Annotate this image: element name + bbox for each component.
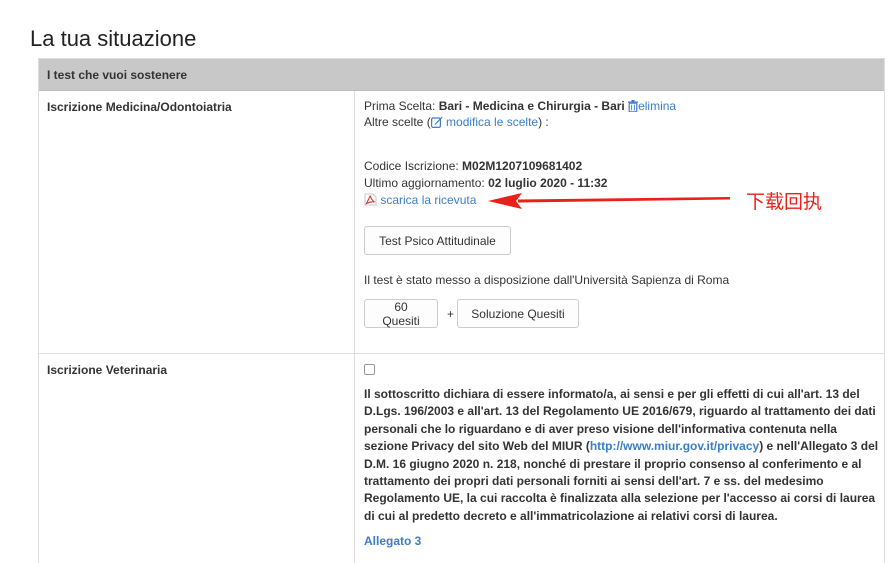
solution-button[interactable]: Soluzione Quesiti <box>457 299 579 328</box>
update-line: Ultimo aggiornamento: 02 luglio 2020 - 1… <box>364 175 607 191</box>
receipt-line: scarica la ricevuta <box>364 192 476 210</box>
page-title: La tua situazione <box>30 26 197 51</box>
prima-scelta-value: Bari - Medicina e Chirurgia - Bari <box>438 99 625 113</box>
allegato-3-link[interactable]: Allegato 3 <box>364 534 421 548</box>
delete-choice-link[interactable]: elimina <box>638 99 676 113</box>
consent-checkbox[interactable] <box>364 364 375 375</box>
plus-sign: + <box>447 307 455 321</box>
altre-scelte-line: Altre scelte ( modifica le scelte) : <box>364 114 549 132</box>
panel-header: I test che vuoi sostenere <box>39 59 884 91</box>
annotation-arrow-icon <box>488 193 730 209</box>
update-label: Ultimo aggiornamento: <box>364 176 489 190</box>
availability-note: Il test è stato messo a disposizione dal… <box>364 273 730 287</box>
consent-text: Il sottoscritto dichiara di essere infor… <box>364 386 880 525</box>
trash-icon[interactable] <box>628 100 639 116</box>
update-value: 02 luglio 2020 - 11:32 <box>488 176 608 190</box>
codice-value: M02M1207109681402 <box>462 159 583 173</box>
modify-choices-link[interactable]: modifica le scelte <box>446 115 538 129</box>
row-medicina: Iscrizione Medicina/Odontoiatria Prima S… <box>39 91 884 353</box>
download-receipt-link[interactable]: scarica la ricevuta <box>380 193 476 207</box>
row-content-medicina: Prima Scelta: Bari - Medicina e Chirurgi… <box>356 91 884 353</box>
altre-scelte-suffix: ) : <box>538 115 549 129</box>
row-veterinaria: Iscrizione Veterinaria Il sottoscritto d… <box>39 353 884 563</box>
prima-scelta-label: Prima Scelta: <box>364 99 439 113</box>
altre-scelte-prefix: Altre scelte ( <box>364 115 431 129</box>
pdf-icon[interactable] <box>364 193 377 210</box>
annotation-text: 下载回执 <box>746 191 823 213</box>
edit-icon[interactable] <box>430 116 443 132</box>
privacy-link[interactable]: http://www.miur.gov.it/privacy <box>590 439 759 453</box>
test-psico-attitudinale-button[interactable]: Test Psico Attitudinale <box>364 226 511 255</box>
row-content-veterinaria: Il sottoscritto dichiara di essere infor… <box>356 354 884 563</box>
row-label-veterinaria: Iscrizione Veterinaria <box>39 354 355 563</box>
codice-label: Codice Iscrizione: <box>364 159 463 173</box>
tests-panel: I test che vuoi sostenere Iscrizione Med… <box>38 58 885 563</box>
row-label-medicina: Iscrizione Medicina/Odontoiatria <box>39 91 355 353</box>
codice-line: Codice Iscrizione: M02M1207109681402 <box>364 158 582 174</box>
quesiti-button[interactable]: 60 Quesiti <box>364 299 438 328</box>
